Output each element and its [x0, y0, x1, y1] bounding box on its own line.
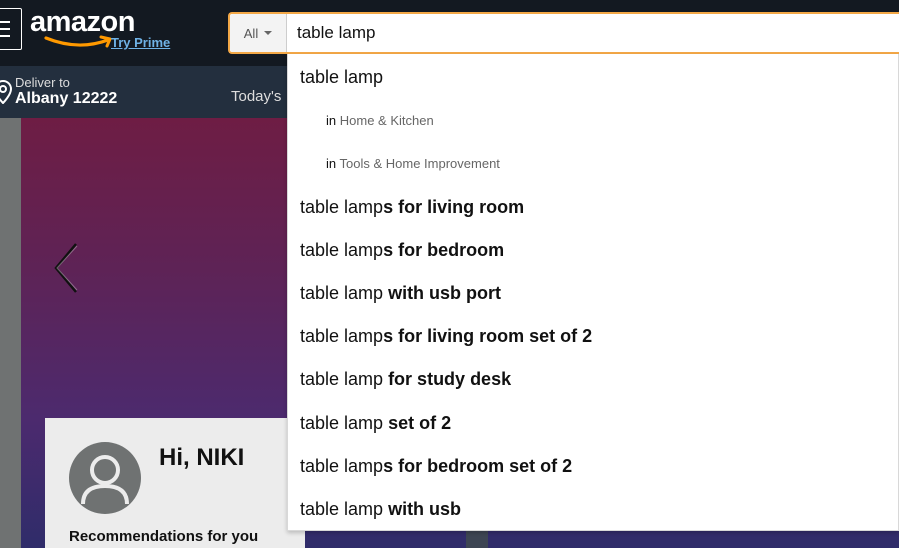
suggestion-item[interactable]: table lamp set of 2 — [300, 412, 451, 434]
todays-deals-link[interactable]: Today's — [231, 88, 281, 105]
department-suggestion-item[interactable]: in Home & Kitchen — [326, 113, 434, 129]
page-gutter — [0, 118, 21, 548]
deliver-location: Albany 12222 — [15, 90, 118, 107]
greeting-title: Hi, NIKI — [159, 444, 245, 471]
recommendations-heading[interactable]: Recommendations for you — [69, 528, 258, 545]
try-prime-link[interactable]: Try Prime — [111, 35, 170, 50]
suggestion-item[interactable]: table lamp with usb port — [300, 282, 501, 304]
user-avatar-icon[interactable] — [69, 442, 141, 514]
smile-arrow-icon — [44, 35, 112, 48]
suggestion-item[interactable]: table lamps for bedroom — [300, 239, 504, 261]
deliver-label: Deliver to — [15, 75, 70, 90]
suggestion-item[interactable]: table lamp for study desk — [300, 368, 511, 390]
suggestion-item[interactable]: table lamp — [300, 66, 383, 88]
search-bar: All — [228, 12, 899, 54]
location-pin-icon — [0, 80, 12, 104]
suggestion-item[interactable]: table lamps for living room set of 2 — [300, 325, 592, 347]
chevron-left-icon[interactable] — [48, 240, 84, 296]
dropdown-caret-icon — [264, 31, 273, 35]
amazon-logo[interactable]: amazon Try Prime — [30, 6, 180, 54]
product-thumbnail[interactable] — [466, 530, 488, 548]
suggestion-item[interactable]: table lamps for bedroom set of 2 — [300, 455, 572, 477]
department-suggestion-item[interactable]: in Tools & Home Improvement — [326, 156, 500, 172]
search-category-label: All — [243, 25, 259, 41]
search-category-dropdown[interactable]: All — [230, 14, 287, 52]
hamburger-menu-icon[interactable] — [0, 8, 22, 50]
search-input[interactable] — [288, 14, 899, 52]
search-suggestions-dropdown: table lamp in Home & Kitchen in Tools & … — [287, 54, 899, 531]
suggestion-item[interactable]: table lamps for living room — [300, 196, 524, 218]
suggestion-item[interactable]: table lamp with usb — [300, 498, 461, 520]
